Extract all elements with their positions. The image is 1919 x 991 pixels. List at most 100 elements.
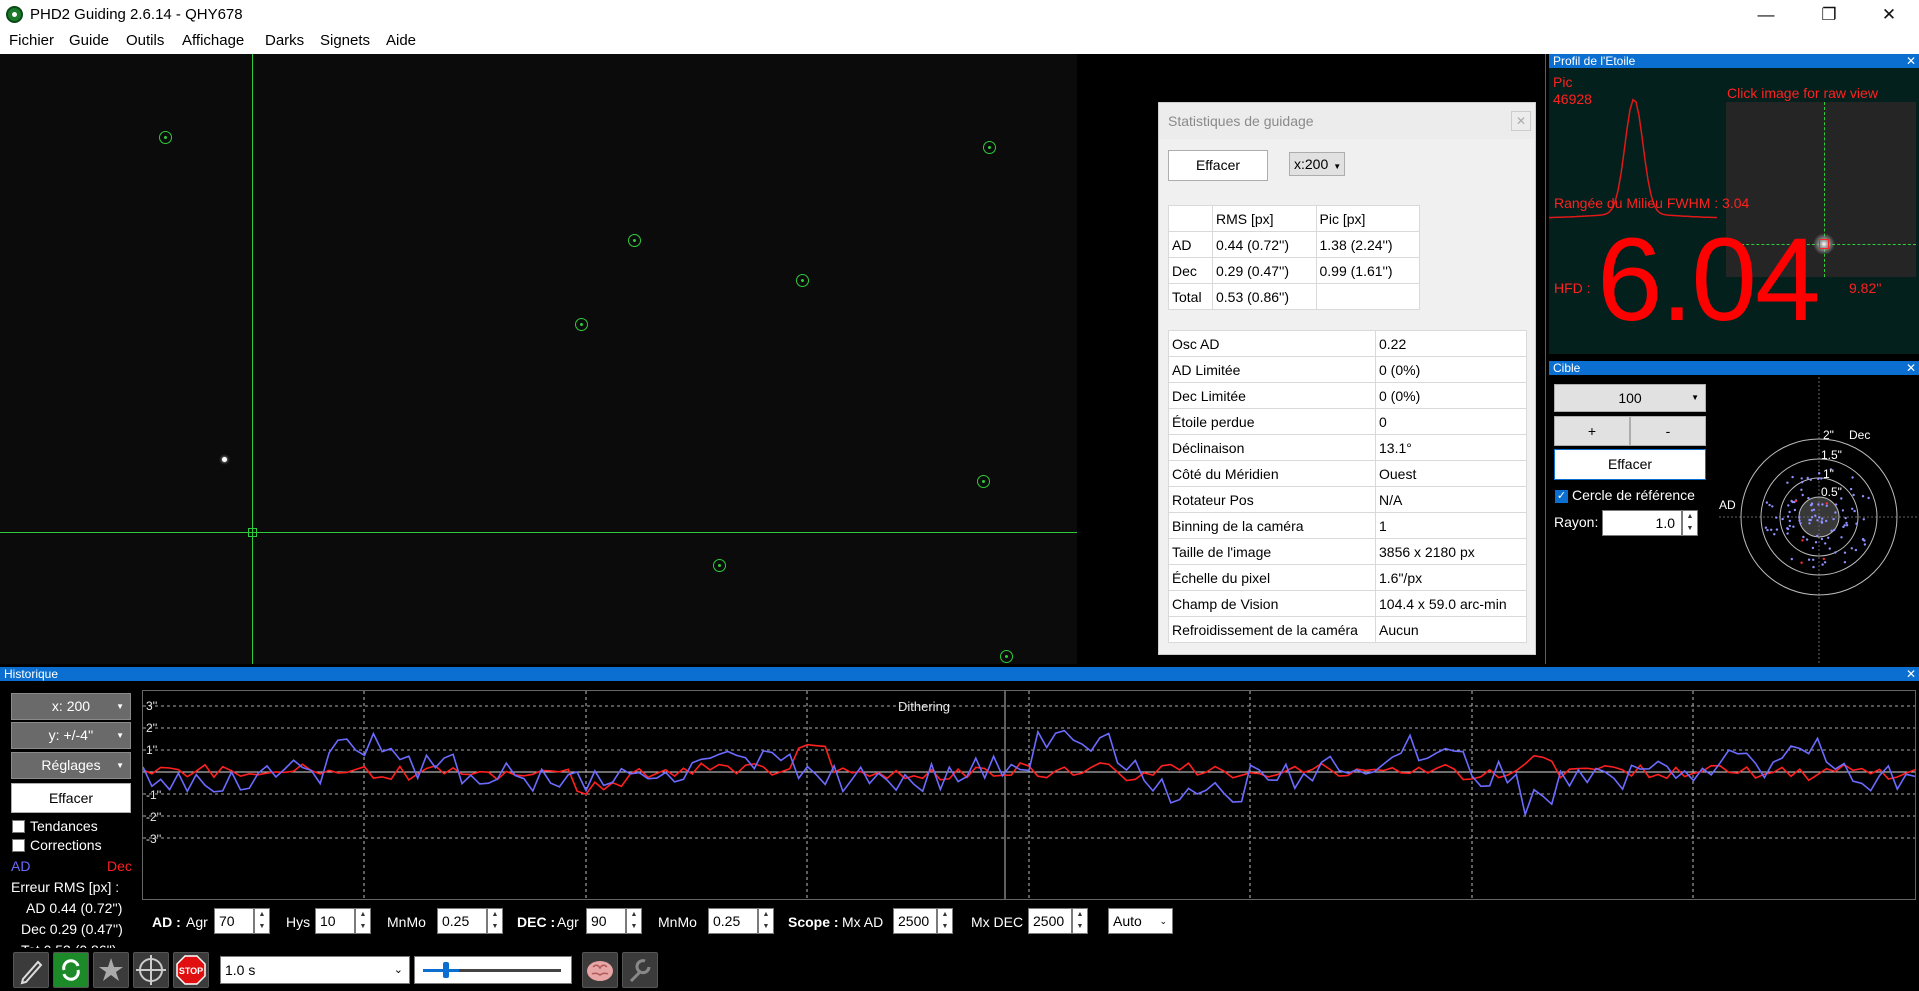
window-title: PHD2 Guiding 2.6.14 - QHY678 bbox=[30, 6, 243, 23]
guide-star bbox=[222, 457, 227, 462]
target-zoom-select[interactable]: 100 ▼ bbox=[1554, 384, 1706, 412]
rms-header: Pic [px] bbox=[1315, 205, 1420, 232]
menu-signets[interactable]: Signets bbox=[316, 32, 374, 49]
target-zoom-value: 100 bbox=[1618, 390, 1642, 406]
chevron-down-icon: ⌄ bbox=[393, 964, 403, 976]
tools-button[interactable] bbox=[622, 952, 658, 988]
history-xscale-select[interactable]: x: 200 ▼ bbox=[11, 693, 131, 720]
gamma-slider[interactable] bbox=[414, 956, 572, 984]
advanced-settings-button[interactable] bbox=[582, 952, 618, 988]
target-dot bbox=[1786, 515, 1790, 518]
rms-error-dec: Dec 0.29 (0.47'') bbox=[21, 921, 123, 937]
stats-clear-button[interactable]: Effacer bbox=[1168, 150, 1268, 181]
target-dot bbox=[1768, 503, 1771, 507]
mxdec-input[interactable]: 2500 bbox=[1028, 908, 1072, 934]
dec-agr-spinner[interactable]: ▲ ▼ bbox=[626, 908, 642, 934]
target-dot bbox=[1770, 528, 1773, 531]
target-dot bbox=[1823, 561, 1827, 564]
menu-aide[interactable]: Aide bbox=[382, 32, 420, 49]
guide-button[interactable] bbox=[133, 952, 169, 988]
target-dot bbox=[1820, 520, 1823, 523]
legend-ad: AD bbox=[11, 858, 31, 874]
target-dot bbox=[1794, 499, 1797, 503]
lock-position-box bbox=[248, 528, 257, 537]
menu-guide[interactable]: Guide bbox=[65, 32, 113, 49]
target-dot bbox=[1850, 547, 1853, 550]
target-dot bbox=[1775, 516, 1778, 519]
trends-checkbox[interactable] bbox=[12, 820, 25, 833]
star-marker bbox=[796, 274, 809, 287]
stats-scale-select[interactable]: x:200 ▼ bbox=[1289, 152, 1345, 176]
camera-view[interactable] bbox=[0, 54, 1077, 664]
menu-darks[interactable]: Darks bbox=[261, 32, 308, 49]
exposure-select[interactable]: 1.0 s ⌄ bbox=[220, 956, 410, 984]
close-button[interactable]: ✕ bbox=[1866, 0, 1912, 30]
target-label-15: 1.5" bbox=[1821, 448, 1842, 462]
target-dot bbox=[1765, 501, 1769, 504]
scope-mode-value: Auto bbox=[1113, 913, 1142, 929]
hfd-label: HFD : bbox=[1554, 280, 1591, 296]
history-clear-button[interactable]: Effacer bbox=[11, 783, 131, 813]
history-title-text: Historique bbox=[4, 667, 59, 681]
title-bar: PHD2 Guiding 2.6.14 - QHY678 — ❐ ✕ bbox=[0, 0, 1919, 30]
dec-mnmo-input[interactable]: 0.25 bbox=[708, 908, 758, 934]
target-zoom-in-button[interactable]: + bbox=[1554, 416, 1630, 446]
pencil-icon bbox=[20, 960, 43, 985]
scope-label: Scope : bbox=[788, 914, 839, 930]
ad-mnmo-input[interactable]: 0.25 bbox=[437, 908, 487, 934]
history-yscale-select[interactable]: y: +/-4'' ▼ bbox=[11, 722, 131, 749]
mxad-input[interactable]: 2500 bbox=[893, 908, 937, 934]
refcircle-checkbox[interactable]: ✓ bbox=[1555, 490, 1568, 503]
history-settings-select[interactable]: Réglages ▼ bbox=[11, 752, 131, 779]
target-clear-button[interactable]: Effacer bbox=[1554, 449, 1706, 480]
target-dot bbox=[1843, 561, 1847, 564]
info-value: N/A bbox=[1375, 486, 1527, 513]
dec-mnmo-spinner[interactable]: ▲ ▼ bbox=[758, 908, 774, 934]
target-dot bbox=[1810, 509, 1814, 512]
slider-thumb[interactable] bbox=[443, 962, 449, 978]
menu-affichage[interactable]: Affichage bbox=[178, 32, 248, 49]
star-marker bbox=[1000, 650, 1013, 663]
target-zoom-out-button[interactable]: - bbox=[1630, 416, 1706, 446]
minimize-button[interactable]: — bbox=[1743, 0, 1789, 30]
stats-close-button[interactable]: ✕ bbox=[1511, 111, 1531, 131]
rms-cell: Total bbox=[1168, 283, 1213, 310]
target-dot bbox=[1791, 475, 1794, 479]
target-dot bbox=[1812, 558, 1815, 561]
mxdec-spinner[interactable]: ▲ ▼ bbox=[1072, 908, 1088, 934]
maximize-button[interactable]: ❐ bbox=[1806, 0, 1852, 30]
camera-connect-button[interactable] bbox=[13, 952, 49, 988]
ad-agr-input[interactable]: 70 bbox=[214, 908, 254, 934]
ad-agr-spinner[interactable]: ▲ ▼ bbox=[254, 908, 270, 934]
close-icon[interactable]: ✕ bbox=[1906, 361, 1916, 375]
info-label: Osc AD bbox=[1168, 330, 1376, 357]
radius-input[interactable]: 1.0 bbox=[1602, 510, 1682, 536]
menu-outils[interactable]: Outils bbox=[122, 32, 168, 49]
close-icon[interactable]: ✕ bbox=[1906, 667, 1916, 681]
rms-cell: 1.38 (2.24'') bbox=[1315, 231, 1420, 258]
dec-agr-input[interactable]: 90 bbox=[586, 908, 626, 934]
scope-mode-select[interactable]: Auto ⌄ bbox=[1108, 908, 1173, 934]
corrections-checkbox[interactable] bbox=[12, 839, 25, 852]
loop-button[interactable] bbox=[53, 952, 89, 988]
history-graph[interactable]: Dithering 3'' 2'' 1'' -1'' -2'' -3'' bbox=[142, 690, 1916, 900]
rms-cell: Dec bbox=[1168, 257, 1213, 284]
target-dot bbox=[1862, 518, 1865, 521]
radius-spinner[interactable]: ▲ ▼ bbox=[1682, 510, 1698, 536]
star-profile-panel[interactable]: Profil de l'Etoile ✕ Pic 46928 Click imag… bbox=[1549, 54, 1919, 354]
info-table: Osc AD 0.22 AD Limitée 0 (0%) Dec Limitée 0… bbox=[1168, 330, 1527, 643]
auto-select-star-button[interactable] bbox=[93, 952, 129, 988]
ad-mnmo-spinner[interactable]: ▲ ▼ bbox=[487, 908, 503, 934]
ad-hys-spinner[interactable]: ▲ ▼ bbox=[355, 908, 371, 934]
close-icon[interactable]: ✕ bbox=[1906, 54, 1916, 68]
chevron-down-icon: ▼ bbox=[116, 761, 124, 770]
stop-button[interactable]: STOP bbox=[173, 952, 209, 988]
target-dot bbox=[1764, 526, 1768, 529]
target-dot bbox=[1817, 503, 1820, 506]
menu-fichier[interactable]: Fichier bbox=[5, 32, 58, 49]
mxad-spinner[interactable]: ▲ ▼ bbox=[937, 908, 953, 934]
target-dot bbox=[1798, 516, 1801, 519]
ad-hys-input[interactable]: 10 bbox=[315, 908, 355, 934]
target-title-text: Cible bbox=[1553, 361, 1581, 375]
target-dot bbox=[1821, 503, 1824, 506]
